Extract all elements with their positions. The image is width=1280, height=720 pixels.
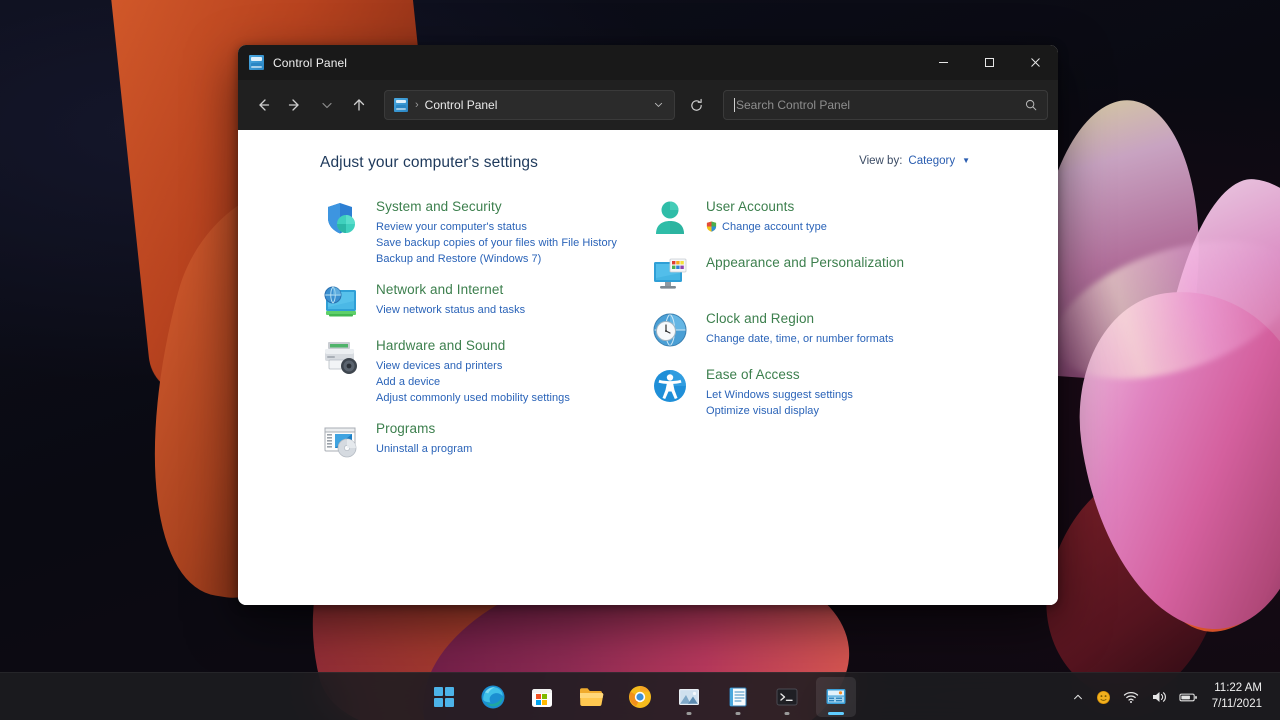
address-bar[interactable]: › Control Panel bbox=[384, 90, 675, 120]
navigation-toolbar: › Control Panel Search Control Panel bbox=[238, 80, 1058, 130]
forward-arrow-icon[interactable] bbox=[280, 90, 310, 120]
network-globe-monitor-icon bbox=[320, 281, 362, 323]
category-body: Appearance and Personalization bbox=[692, 254, 904, 296]
category-programs[interactable]: Programs Uninstall a program bbox=[320, 420, 650, 462]
category-link[interactable]: View network status and tasks bbox=[376, 302, 525, 318]
close-button[interactable] bbox=[1012, 45, 1058, 80]
category-title[interactable]: Network and Internet bbox=[376, 282, 525, 299]
category-title[interactable]: System and Security bbox=[376, 199, 617, 216]
breadcrumb-separator: › bbox=[415, 99, 419, 111]
category-body: Programs Uninstall a program bbox=[362, 420, 472, 462]
right-category-column: User Accounts Change account type Appear… bbox=[650, 198, 980, 476]
chrome-icon[interactable] bbox=[620, 677, 660, 717]
chevron-down-icon[interactable] bbox=[312, 90, 342, 120]
up-arrow-icon[interactable] bbox=[344, 90, 374, 120]
view-by-label: View by: bbox=[859, 155, 903, 167]
category-link[interactable]: Let Windows suggest settings bbox=[706, 387, 853, 403]
category-link[interactable]: Optimize visual display bbox=[706, 403, 853, 419]
edge-icon[interactable] bbox=[473, 677, 513, 717]
category-network-and-internet[interactable]: Network and Internet View network status… bbox=[320, 281, 650, 323]
text-caret bbox=[734, 98, 735, 112]
category-columns: System and Security Review your computer… bbox=[320, 198, 1028, 476]
category-link[interactable]: Review your computer's status bbox=[376, 219, 617, 235]
maximize-button[interactable] bbox=[966, 45, 1012, 80]
user-person-icon bbox=[650, 198, 692, 240]
control-panel-taskbar-icon[interactable] bbox=[816, 676, 856, 717]
search-box[interactable]: Search Control Panel bbox=[723, 90, 1048, 120]
category-title[interactable]: User Accounts bbox=[706, 199, 827, 216]
category-hardware-and-sound[interactable]: Hardware and Sound View devices and prin… bbox=[320, 337, 650, 406]
window-controls bbox=[920, 45, 1058, 80]
taskbar: 11:22 AM 7/11/2021 bbox=[0, 672, 1280, 720]
clock-time: 11:22 AM bbox=[1214, 682, 1262, 695]
category-body: Clock and Region Change date, time, or n… bbox=[692, 310, 894, 352]
view-by-chevron-down-icon[interactable]: ▼ bbox=[962, 157, 970, 165]
category-link[interactable]: Backup and Restore (Windows 7) bbox=[376, 251, 617, 267]
window-title: Control Panel bbox=[273, 55, 348, 70]
control-panel-window: Control Panel › Control Panel Search Con… bbox=[238, 45, 1058, 605]
ease-of-access-icon bbox=[650, 366, 692, 408]
clock[interactable]: 11:22 AM 7/11/2021 bbox=[1204, 681, 1270, 712]
category-link[interactable]: Save backup copies of your files with Fi… bbox=[376, 235, 617, 251]
search-icon[interactable] bbox=[1023, 98, 1039, 112]
minimize-button[interactable] bbox=[920, 45, 966, 80]
category-body: Hardware and Sound View devices and prin… bbox=[362, 337, 570, 406]
category-ease-of-access[interactable]: Ease of Access Let Windows suggest setti… bbox=[650, 366, 980, 419]
breadcrumb-control-panel[interactable]: Control Panel bbox=[425, 98, 648, 112]
address-control-panel-icon bbox=[394, 98, 408, 112]
view-by-control: View by: Category ▼ bbox=[859, 155, 970, 167]
category-link[interactable]: Adjust commonly used mobility settings bbox=[376, 390, 570, 406]
category-link[interactable]: View devices and printers bbox=[376, 358, 570, 374]
category-body: Network and Internet View network status… bbox=[362, 281, 525, 323]
category-title[interactable]: Ease of Access bbox=[706, 367, 853, 384]
battery-icon[interactable] bbox=[1173, 677, 1204, 717]
category-body: Ease of Access Let Windows suggest setti… bbox=[692, 366, 853, 419]
category-title[interactable]: Clock and Region bbox=[706, 311, 894, 328]
start-button[interactable] bbox=[424, 677, 464, 717]
microsoft-store-icon[interactable] bbox=[522, 677, 562, 717]
programs-window-disc-icon bbox=[320, 420, 362, 462]
printer-speaker-icon bbox=[320, 337, 362, 379]
category-user-accounts[interactable]: User Accounts Change account type bbox=[650, 198, 980, 240]
category-body: System and Security Review your computer… bbox=[362, 198, 617, 267]
wifi-icon[interactable] bbox=[1117, 677, 1145, 717]
category-title[interactable]: Appearance and Personalization bbox=[706, 255, 904, 272]
category-body: User Accounts Change account type bbox=[692, 198, 827, 240]
link-text: Change account type bbox=[722, 220, 827, 233]
globe-clock-icon bbox=[650, 310, 692, 352]
system-tray: 11:22 AM 7/11/2021 bbox=[1066, 673, 1280, 720]
notepad-icon[interactable] bbox=[718, 677, 758, 717]
control-panel-icon bbox=[249, 55, 264, 70]
category-title[interactable]: Programs bbox=[376, 421, 472, 438]
taskbar-icons bbox=[424, 676, 856, 717]
left-category-column: System and Security Review your computer… bbox=[320, 198, 650, 476]
category-system-and-security[interactable]: System and Security Review your computer… bbox=[320, 198, 650, 267]
window-titlebar[interactable]: Control Panel bbox=[238, 45, 1058, 80]
tray-chevron-up-icon[interactable] bbox=[1066, 677, 1090, 717]
onedrive-tray-icon[interactable] bbox=[1090, 677, 1117, 717]
monitor-palette-icon bbox=[650, 254, 692, 296]
view-by-value[interactable]: Category bbox=[908, 155, 955, 167]
volume-icon[interactable] bbox=[1145, 677, 1173, 717]
clock-date: 7/11/2021 bbox=[1211, 698, 1262, 710]
shield-icon bbox=[320, 198, 362, 240]
photos-icon[interactable] bbox=[669, 677, 709, 717]
terminal-icon[interactable] bbox=[767, 677, 807, 717]
file-explorer-icon[interactable] bbox=[571, 677, 611, 717]
category-title[interactable]: Hardware and Sound bbox=[376, 338, 570, 355]
category-link[interactable]: Change date, time, or number formats bbox=[706, 331, 894, 347]
control-panel-content: Adjust your computer's settings View by:… bbox=[238, 130, 1058, 605]
search-input[interactable]: Search Control Panel bbox=[736, 98, 1023, 112]
uac-shield-icon bbox=[706, 221, 717, 233]
category-appearance-and-personalization[interactable]: Appearance and Personalization bbox=[650, 254, 980, 296]
category-link[interactable]: Uninstall a program bbox=[376, 441, 472, 457]
category-clock-and-region[interactable]: Clock and Region Change date, time, or n… bbox=[650, 310, 980, 352]
back-arrow-icon[interactable] bbox=[248, 90, 278, 120]
category-link-change-account-type[interactable]: Change account type bbox=[706, 219, 827, 235]
refresh-icon[interactable] bbox=[681, 90, 711, 120]
category-link[interactable]: Add a device bbox=[376, 374, 570, 390]
address-chevron-down-icon[interactable] bbox=[648, 99, 668, 110]
